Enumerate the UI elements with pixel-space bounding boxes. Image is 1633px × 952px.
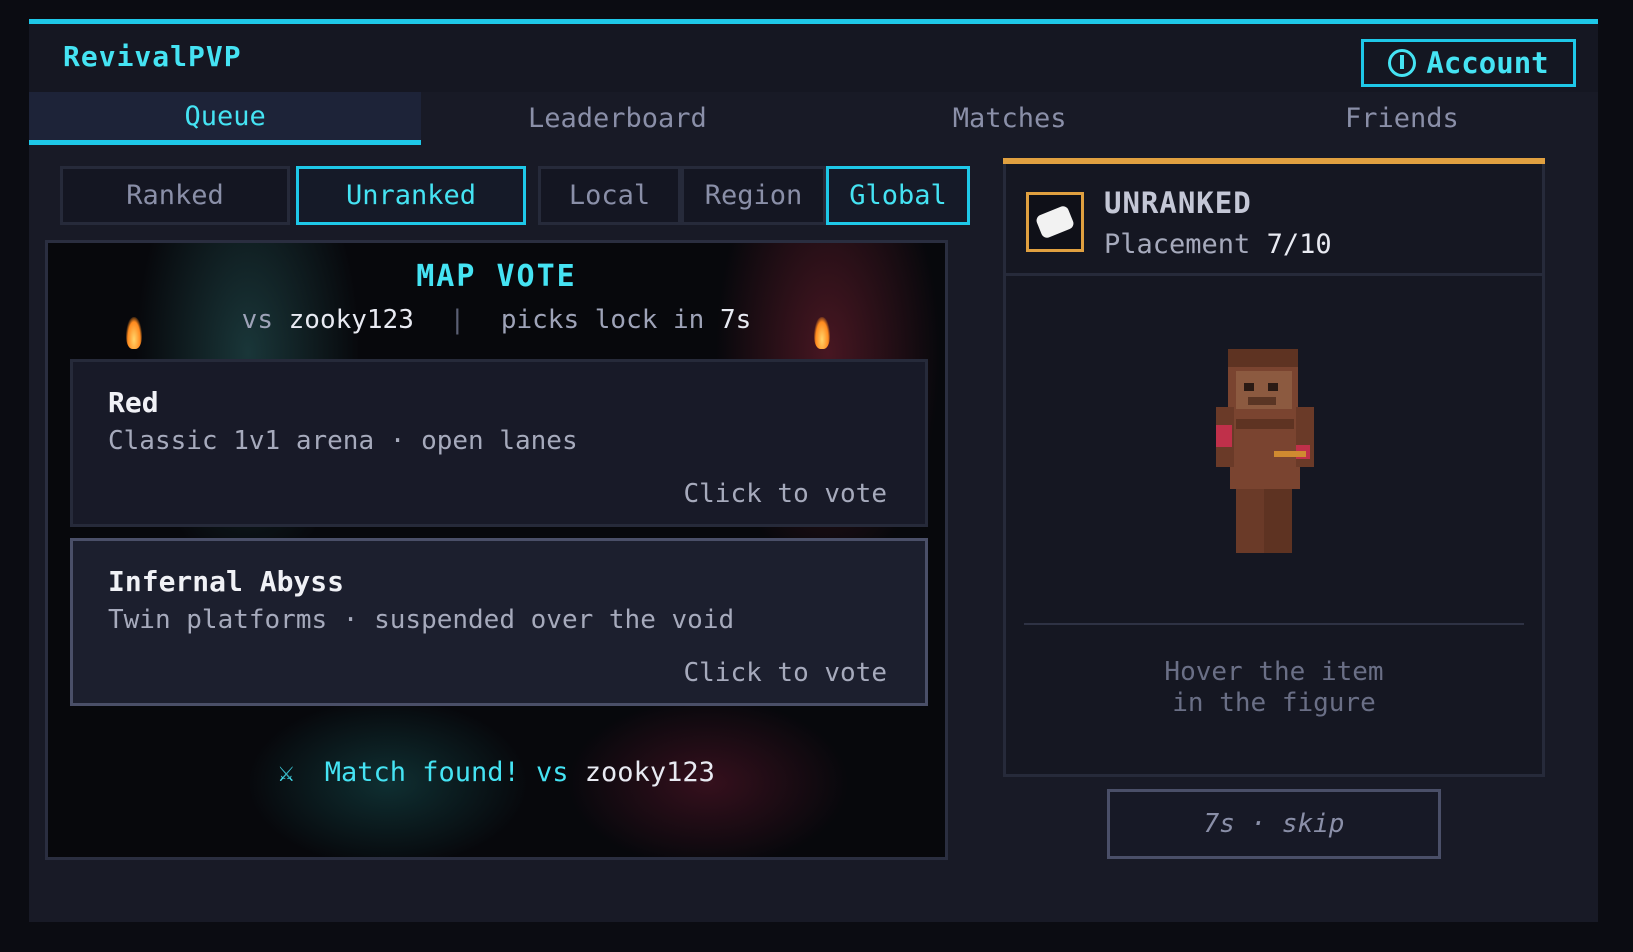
subtitle-separator: | (449, 305, 466, 335)
main-tabs: Queue Leaderboard Matches Friends (29, 92, 1598, 145)
map-vote-panel: MAP VOTE vs zooky123 | picks lock in 7s … (45, 240, 948, 860)
placement-label: Placement (1104, 229, 1251, 260)
rank-title: UNRANKED (1104, 186, 1252, 220)
tab-label: Queue (184, 100, 266, 132)
opponent-name: zooky123 (288, 305, 414, 335)
player-figure-area (1006, 279, 1542, 609)
tab-leaderboard[interactable]: Leaderboard (421, 92, 814, 145)
map-option-infernal-abyss[interactable]: Infernal Abyss Twin platforms · suspende… (70, 538, 928, 706)
scope-region-label: Region (704, 180, 803, 211)
mode-ranked-label: Ranked (126, 180, 224, 211)
scope-global-button[interactable]: Global (826, 166, 970, 225)
mode-unranked-label: Unranked (345, 180, 477, 211)
vs-prefix: vs (241, 305, 273, 335)
skip-button[interactable]: 7s · skip (1107, 789, 1441, 859)
tab-label: Matches (952, 103, 1067, 134)
player-figure[interactable] (1006, 279, 1542, 609)
swords-icon: ⚔ (278, 757, 295, 788)
lock-countdown: 7s (720, 305, 752, 335)
rank-placement: Placement 7/10 (1104, 229, 1332, 260)
mode-unranked-button[interactable]: Unranked (296, 166, 526, 225)
scope-local-button[interactable]: Local (538, 166, 681, 225)
top-bar: RevivalPVP Account (29, 24, 1598, 92)
account-button[interactable]: Account (1361, 39, 1576, 87)
account-button-label: Account (1426, 46, 1549, 80)
tab-label: Friends (1344, 103, 1459, 134)
rank-panel: UNRANKED Placement 7/10 Hover the item i… (1003, 158, 1545, 777)
hint-line-2: in the figure (1172, 688, 1376, 718)
tab-queue[interactable]: Queue (29, 92, 422, 145)
map-vote-cta: Click to vote (683, 479, 888, 509)
match-found-opponent: zooky123 (584, 757, 715, 788)
rank-divider (1024, 623, 1524, 625)
lock-prefix: picks lock in (500, 305, 705, 335)
map-name: Red (108, 386, 159, 419)
figure-hint: Hover the item in the figure (1006, 657, 1542, 719)
map-vote-title: MAP VOTE (416, 259, 577, 294)
app-title: RevivalPVP (63, 40, 242, 73)
tab-label: Leaderboard (527, 103, 707, 134)
tab-matches[interactable]: Matches (813, 92, 1206, 145)
map-option-red[interactable]: Red Classic 1v1 arena · open lanes Click… (70, 359, 928, 527)
map-description: Twin platforms · suspended over the void (108, 605, 735, 635)
tab-friends[interactable]: Friends (1205, 92, 1598, 145)
map-description: Classic 1v1 arena · open lanes (108, 426, 578, 456)
mode-ranked-button[interactable]: Ranked (60, 166, 290, 225)
match-found-status: ⚔ Match found! vs zooky123 (48, 757, 945, 788)
match-found-text: Match found! vs (324, 757, 569, 788)
scope-local-label: Local (568, 180, 651, 211)
power-icon (1388, 49, 1417, 77)
scope-global-label: Global (849, 180, 947, 211)
map-vote-subtitle: vs zooky123 | picks lock in 7s (48, 305, 945, 335)
scroll-icon (1026, 192, 1084, 252)
skip-button-label: 7s · skip (1203, 809, 1345, 839)
map-name: Infernal Abyss (108, 565, 345, 598)
hint-line-1: Hover the item (1164, 657, 1384, 687)
placement-value: 7/10 (1266, 229, 1332, 260)
map-vote-cta: Click to vote (683, 658, 888, 688)
rank-header: UNRANKED Placement 7/10 (1006, 164, 1542, 276)
scope-region-button[interactable]: Region (681, 166, 826, 225)
